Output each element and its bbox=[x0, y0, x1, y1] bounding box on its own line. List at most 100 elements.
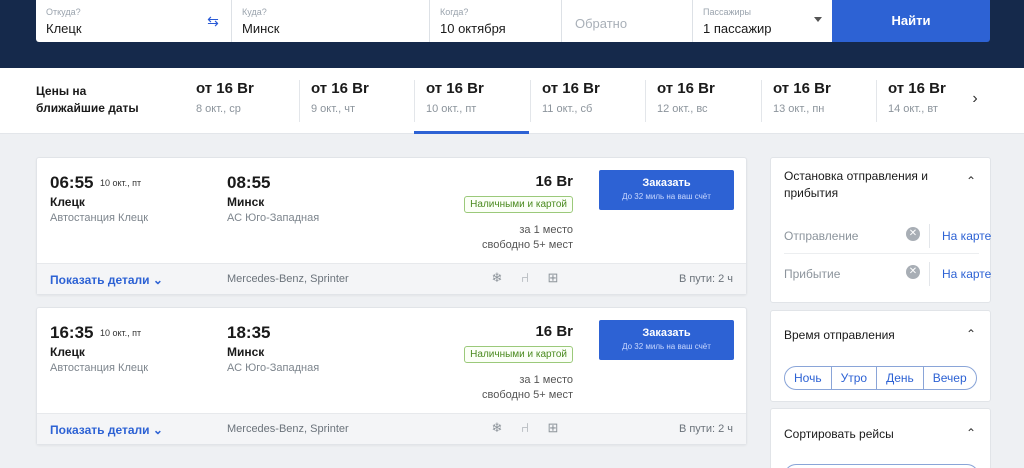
passengers-select[interactable]: Пассажиры 1 пассажир bbox=[693, 0, 832, 42]
seat-recline-icon: ⑁ bbox=[521, 420, 529, 435]
departure-city: Клецк bbox=[50, 195, 85, 209]
show-details-link[interactable]: Показать детали ⌄ bbox=[50, 273, 163, 287]
trip-duration: В пути: 2 ч bbox=[678, 273, 733, 285]
nearby-dates-title-line1: Цены на bbox=[36, 84, 87, 98]
date-tab[interactable]: от 16 Br 12 окт., вс bbox=[645, 68, 760, 134]
trip-card: 06:55 10 окт., пт Клецк Автостанция Клец… bbox=[36, 157, 747, 295]
book-button-miles: До 32 миль на ваш счёт bbox=[622, 192, 711, 201]
trip-card: 16:35 10 окт., пт Клецк Автостанция Клец… bbox=[36, 307, 747, 445]
time-option-morning[interactable]: Утро bbox=[832, 367, 878, 389]
stops-filter-title: Остановка отправления и прибытия bbox=[784, 169, 928, 200]
to-field[interactable]: Куда? Минск bbox=[232, 0, 430, 42]
clear-icon[interactable]: ✕ bbox=[906, 227, 920, 241]
trip-price: 16 Br bbox=[535, 323, 573, 340]
find-button[interactable]: Найти bbox=[832, 0, 990, 42]
book-button[interactable]: Заказать До 32 миль на ваш счёт bbox=[599, 170, 734, 210]
date-tab-price: от 16 Br bbox=[426, 80, 484, 97]
payment-badge: Наличными и картой bbox=[464, 346, 573, 363]
to-label: Куда? bbox=[242, 7, 267, 17]
date-value[interactable]: 10 октября bbox=[440, 21, 551, 36]
amenities: ❄ ⑁ ⊞ bbox=[490, 420, 560, 436]
departure-station[interactable]: Автостанция Клецк bbox=[50, 362, 148, 374]
date-tab-price: от 16 Br bbox=[888, 80, 946, 97]
departure-time: 06:55 bbox=[50, 173, 94, 192]
date-tab[interactable]: от 16 Br 8 окт., ср bbox=[184, 68, 299, 134]
date-tab-date: 12 окт., вс bbox=[657, 103, 708, 115]
departure-city: Клецк bbox=[50, 345, 85, 359]
arrival-map-link[interactable]: На карте bbox=[942, 267, 991, 281]
time-option-day[interactable]: День bbox=[877, 367, 924, 389]
nearby-dates-title-line2: ближайшие даты bbox=[36, 101, 139, 115]
chevron-down-icon: ⌄ bbox=[152, 273, 163, 287]
date-field[interactable]: Когда? 10 октября bbox=[430, 0, 562, 42]
date-tab[interactable]: от 16 Br 9 окт., чт bbox=[299, 68, 414, 134]
departure-map-link[interactable]: На карте bbox=[942, 229, 991, 243]
departure-stop-row: Отправление ✕ На карте bbox=[784, 218, 991, 254]
trip-price: 16 Br bbox=[535, 173, 573, 190]
arrival-stop-label[interactable]: Прибытие bbox=[784, 267, 840, 281]
divider bbox=[929, 224, 930, 248]
date-tab-date: 13 окт., пн bbox=[773, 103, 825, 115]
date-tab-date: 14 окт., вт bbox=[888, 103, 938, 115]
chevron-down-icon[interactable] bbox=[814, 17, 822, 22]
amenities: ❄ ⑁ ⊞ bbox=[490, 270, 560, 286]
time-segmented-control: Ночь Утро День Вечер bbox=[784, 366, 977, 390]
departure-date: 10 окт., пт bbox=[100, 328, 142, 338]
search-form: Откуда? Клецк ⇆ Куда? Минск Когда? 10 ок… bbox=[36, 0, 832, 42]
date-tab-price: от 16 Br bbox=[542, 80, 600, 97]
date-tab-price: от 16 Br bbox=[311, 80, 369, 97]
arrival-station[interactable]: АС Юго-Западная bbox=[227, 212, 319, 224]
date-tab[interactable]: от 16 Br 13 окт., пн bbox=[761, 68, 876, 134]
stops-filter-panel: Остановка отправления и прибытия ⌃ Отпра… bbox=[770, 157, 991, 303]
show-details-label: Показать детали bbox=[50, 423, 150, 437]
seats-available: свободно 5+ мест bbox=[482, 239, 573, 251]
price-per-seat: за 1 место bbox=[519, 224, 573, 236]
swap-arrows-icon[interactable]: ⇆ bbox=[203, 12, 223, 30]
date-tab[interactable]: от 16 Br 14 окт., вт bbox=[876, 68, 964, 134]
header-bar: Откуда? Клецк ⇆ Куда? Минск Когда? 10 ок… bbox=[0, 0, 1024, 68]
nearby-dates-strip: Цены на ближайшие даты от 16 Br 8 окт., … bbox=[0, 68, 1024, 134]
departure-time: 16:35 bbox=[50, 323, 94, 342]
chevron-up-icon[interactable]: ⌃ bbox=[966, 174, 976, 188]
divider bbox=[929, 262, 930, 286]
return-date-field[interactable]: Обратно bbox=[562, 0, 693, 42]
snowflake-icon: ❄ bbox=[491, 420, 503, 435]
book-button[interactable]: Заказать До 32 миль на ваш счёт bbox=[599, 320, 734, 360]
clear-icon[interactable]: ✕ bbox=[906, 265, 920, 279]
seat-recline-icon: ⑁ bbox=[521, 270, 529, 285]
time-option-night[interactable]: Ночь bbox=[785, 367, 832, 389]
arrival-station[interactable]: АС Юго-Западная bbox=[227, 362, 319, 374]
arrival-time: 08:55 bbox=[227, 173, 271, 192]
first-aid-icon: ⊞ bbox=[547, 270, 559, 285]
chevron-down-icon: ⌄ bbox=[152, 423, 163, 437]
date-tab-date: 8 окт., ср bbox=[196, 103, 241, 115]
from-value[interactable]: Клецк bbox=[46, 21, 221, 36]
seats-available: свободно 5+ мест bbox=[482, 389, 573, 401]
sort-title: Сортировать рейсы bbox=[784, 427, 894, 441]
return-date-placeholder[interactable]: Обратно bbox=[575, 15, 627, 32]
passengers-value[interactable]: 1 пассажир bbox=[703, 21, 822, 36]
book-button-label: Заказать bbox=[642, 327, 691, 339]
departure-stop-label[interactable]: Отправление bbox=[784, 229, 858, 243]
chevron-up-icon[interactable]: ⌃ bbox=[966, 327, 976, 341]
trip-footer: Показать детали ⌄ Mercedes-Benz, Sprinte… bbox=[37, 263, 746, 294]
arrival-city: Минск bbox=[227, 345, 265, 359]
show-details-label: Показать детали bbox=[50, 273, 150, 287]
arrival-city: Минск bbox=[227, 195, 265, 209]
time-option-evening[interactable]: Вечер bbox=[924, 367, 976, 389]
date-label: Когда? bbox=[440, 7, 469, 17]
departure-station[interactable]: Автостанция Клецк bbox=[50, 212, 148, 224]
chevron-right-icon[interactable]: › bbox=[966, 90, 984, 108]
passengers-label: Пассажиры bbox=[703, 7, 752, 17]
date-tab-active[interactable]: от 16 Br 10 окт., пт bbox=[414, 68, 529, 134]
sort-segmented-control[interactable] bbox=[784, 464, 979, 468]
book-button-miles: До 32 миль на ваш счёт bbox=[622, 342, 711, 351]
chevron-up-icon[interactable]: ⌃ bbox=[966, 426, 976, 440]
to-value[interactable]: Минск bbox=[242, 21, 419, 36]
date-tab[interactable]: от 16 Br 11 окт., сб bbox=[530, 68, 645, 134]
time-filter-title: Время отправления bbox=[784, 328, 895, 342]
bus-model: Mercedes-Benz, Sprinter bbox=[227, 423, 349, 435]
snowflake-icon: ❄ bbox=[491, 270, 503, 285]
from-field[interactable]: Откуда? Клецк ⇆ bbox=[36, 0, 232, 42]
show-details-link[interactable]: Показать детали ⌄ bbox=[50, 423, 163, 437]
